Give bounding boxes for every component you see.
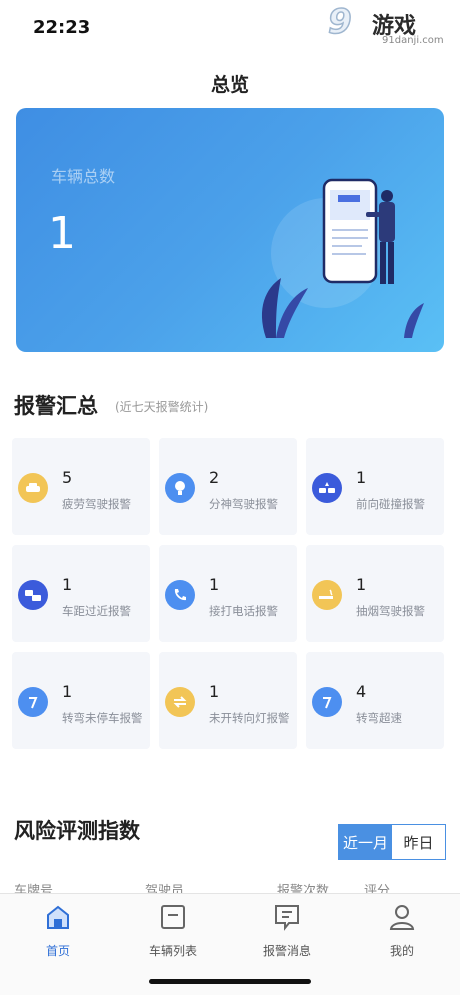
column-header-score: 评分 <box>364 884 391 894</box>
watermark-logo: 9 游戏 91danji.com <box>306 1 456 52</box>
alert-count: 1 <box>62 682 73 701</box>
tab-profile[interactable]: 我的 <box>357 902 447 959</box>
column-header-alert-count: 报警次数 <box>277 884 330 894</box>
vehicle-list-icon <box>161 905 185 929</box>
page-title: 总览 <box>210 74 249 96</box>
alert-card-distance[interactable]: 1 车距过近报警 <box>12 545 150 642</box>
alert-count: 4 <box>356 682 367 701</box>
alert-count: 5 <box>62 468 73 487</box>
home-icon <box>47 905 69 929</box>
alert-label: 接打电话报警 <box>209 604 278 618</box>
smoking-icon <box>312 580 342 610</box>
tab-label: 我的 <box>389 944 414 958</box>
status-time: 22:23 <box>33 17 91 38</box>
alert-count: 1 <box>209 682 220 701</box>
alert-card-distraction[interactable]: 2 分神驾驶报警 <box>159 438 297 535</box>
tab-yesterday[interactable]: 昨日 <box>392 825 445 859</box>
watermark-url: 91danji.com <box>382 35 444 46</box>
alert-message-icon <box>275 905 299 931</box>
alert-card-smoking[interactable]: 1 抽烟驾驶报警 <box>306 545 444 642</box>
tab-label: 车辆列表 <box>148 944 197 958</box>
alert-count: 1 <box>356 575 367 594</box>
alert-count: 2 <box>209 468 220 487</box>
period-segmented-control: 近一月 昨日 <box>338 824 446 860</box>
alert-count: 1 <box>62 575 73 594</box>
alert-label: 前向碰撞报警 <box>356 497 425 511</box>
turn-icon <box>18 687 48 717</box>
alert-label: 车距过近报警 <box>62 604 131 618</box>
alert-card-fatigue[interactable]: 5 疲劳驾驶报警 <box>12 438 150 535</box>
alert-card-collision[interactable]: 1 前向碰撞报警 <box>306 438 444 535</box>
turn-signal-icon <box>165 687 195 717</box>
alert-card-phone[interactable]: 1 接打电话报警 <box>159 545 297 642</box>
risk-index-title: 风险评测指数 <box>14 819 140 843</box>
vehicle-total-card[interactable]: 车辆总数 1 <box>16 108 444 352</box>
alert-label: 抽烟驾驶报警 <box>356 604 425 618</box>
collision-icon <box>312 473 342 503</box>
alert-summary-subtitle: (近七天报警统计) <box>115 400 209 414</box>
distance-icon <box>18 580 48 610</box>
tab-last-month[interactable]: 近一月 <box>339 825 392 859</box>
alert-card-turn-speed[interactable]: 4 转弯超速 <box>306 652 444 749</box>
alert-summary-title: 报警汇总 <box>14 394 98 418</box>
column-header-driver: 驾驶员 <box>145 884 185 894</box>
phone-icon <box>165 580 195 610</box>
tab-home[interactable]: 首页 <box>13 902 103 959</box>
alert-label: 转弯未停车报警 <box>62 711 143 725</box>
phone-person-illustration <box>261 178 424 338</box>
tab-alert-messages[interactable]: 报警消息 <box>242 902 332 959</box>
vehicle-total-value: 1 <box>48 208 76 259</box>
watermark-number: 9 <box>327 1 352 43</box>
turn-speed-icon <box>312 687 342 717</box>
vehicle-total-label: 车辆总数 <box>51 167 116 186</box>
status-bar: 22:23 9 游戏 91danji.com <box>0 0 460 56</box>
alert-card-turn-no-stop[interactable]: 1 转弯未停车报警 <box>12 652 150 749</box>
home-indicator <box>149 979 311 984</box>
alert-label: 转弯超速 <box>356 711 402 725</box>
tab-vehicle-list[interactable]: 车辆列表 <box>128 902 218 959</box>
alert-count: 1 <box>356 468 367 487</box>
column-header-plate: 车牌号 <box>14 884 54 894</box>
tab-label: 首页 <box>45 944 70 958</box>
tab-label: 报警消息 <box>262 944 311 958</box>
risk-table-header: 车牌号 驾驶员 报警次数 评分 <box>14 880 444 894</box>
alert-label: 疲劳驾驶报警 <box>62 497 131 511</box>
distraction-icon <box>165 473 195 503</box>
alert-card-turn-signal[interactable]: 1 未开转向灯报警 <box>159 652 297 749</box>
alert-label: 未开转向灯报警 <box>209 711 290 725</box>
profile-icon <box>389 905 415 930</box>
alert-label: 分神驾驶报警 <box>209 497 278 511</box>
bottom-tab-bar: 首页 车辆列表 报警消息 我的 <box>0 893 460 995</box>
alert-count: 1 <box>209 575 220 594</box>
fatigue-car-icon <box>18 473 48 503</box>
